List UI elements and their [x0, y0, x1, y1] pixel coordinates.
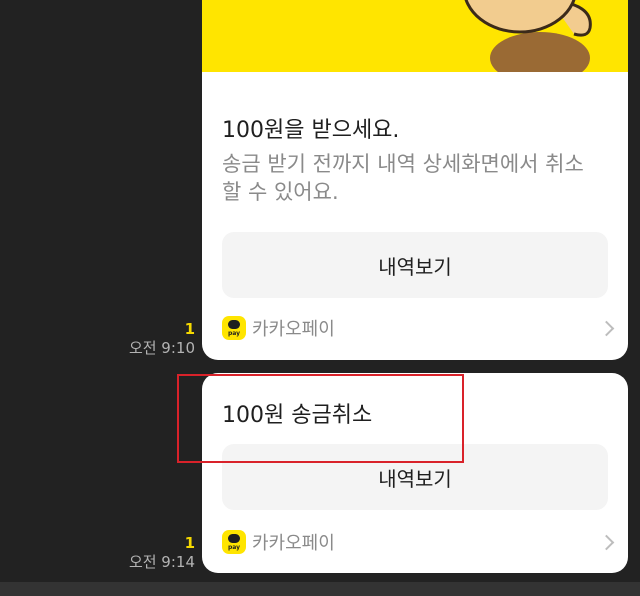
bottom-strip — [0, 582, 640, 596]
view-details-button[interactable]: 내역보기 — [222, 232, 608, 298]
footer-label: 카카오페이 — [252, 533, 335, 554]
message-time: 오전 9:14 — [128, 553, 195, 571]
character-illustration — [464, 0, 592, 72]
card-title: 100원을 받으세요. — [222, 118, 400, 143]
footer-label: 카카오페이 — [252, 319, 335, 340]
pay-logo-text: pay — [227, 543, 241, 551]
pay-logo-text: pay — [227, 329, 241, 337]
speech-bubble-icon — [228, 533, 240, 543]
message-meta: 1 오전 9:10 — [129, 320, 195, 358]
card-title: 100원 송금취소 — [222, 403, 373, 428]
card-footer[interactable]: pay 카카오페이 — [222, 314, 615, 342]
kakaopay-logo-icon: pay — [222, 530, 246, 554]
unread-count: 1 — [184, 320, 195, 338]
kakaopay-cancel-card[interactable]: 100원 송금취소 내역보기 pay 카카오페이 — [202, 373, 628, 573]
kakaopay-receive-card[interactable]: 100원을 받으세요. 송금 받기 전까지 내역 상세화면에서 취소할 수 있어… — [202, 0, 628, 360]
chevron-right-icon — [598, 320, 615, 336]
speech-bubble-icon — [228, 319, 240, 329]
message-meta: 1 오전 9:14 — [129, 534, 195, 572]
card-banner — [202, 0, 628, 72]
message-time: 오전 9:10 — [128, 339, 195, 357]
card-footer[interactable]: pay 카카오페이 — [222, 528, 615, 556]
kakaopay-logo-icon: pay — [222, 316, 246, 340]
card-description: 송금 받기 전까지 내역 상세화면에서 취소할 수 있어요. — [222, 152, 584, 204]
chevron-right-icon — [598, 534, 615, 550]
view-details-button[interactable]: 내역보기 — [222, 444, 608, 510]
unread-count: 1 — [184, 534, 195, 552]
